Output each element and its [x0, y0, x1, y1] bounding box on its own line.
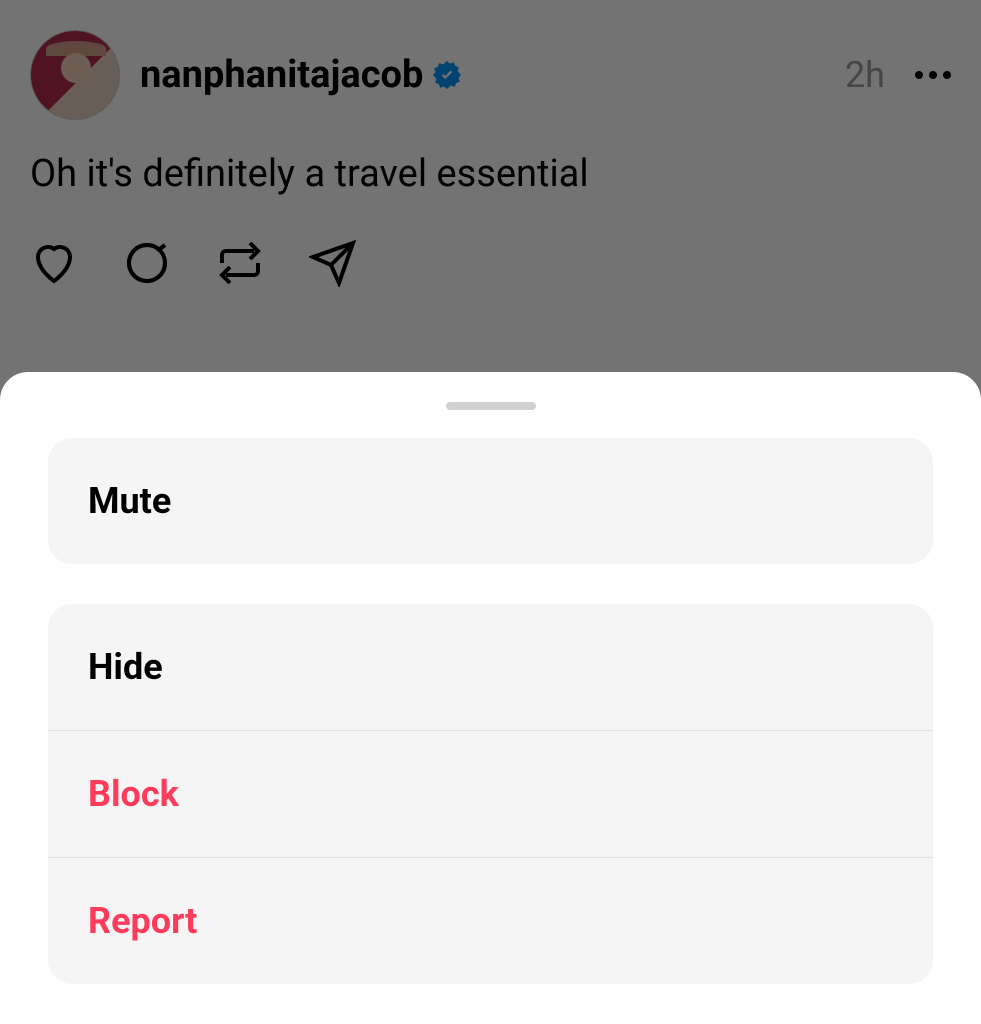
hide-button[interactable]: Hide	[48, 604, 933, 731]
sheet-handle[interactable]	[446, 402, 536, 410]
bottom-sheet: Mute Hide Block Report	[0, 372, 981, 1024]
menu-group-2: Hide Block Report	[48, 604, 933, 984]
block-button[interactable]: Block	[48, 731, 933, 858]
menu-group-1: Mute	[48, 438, 933, 564]
mute-button[interactable]: Mute	[48, 438, 933, 564]
report-button[interactable]: Report	[48, 858, 933, 984]
